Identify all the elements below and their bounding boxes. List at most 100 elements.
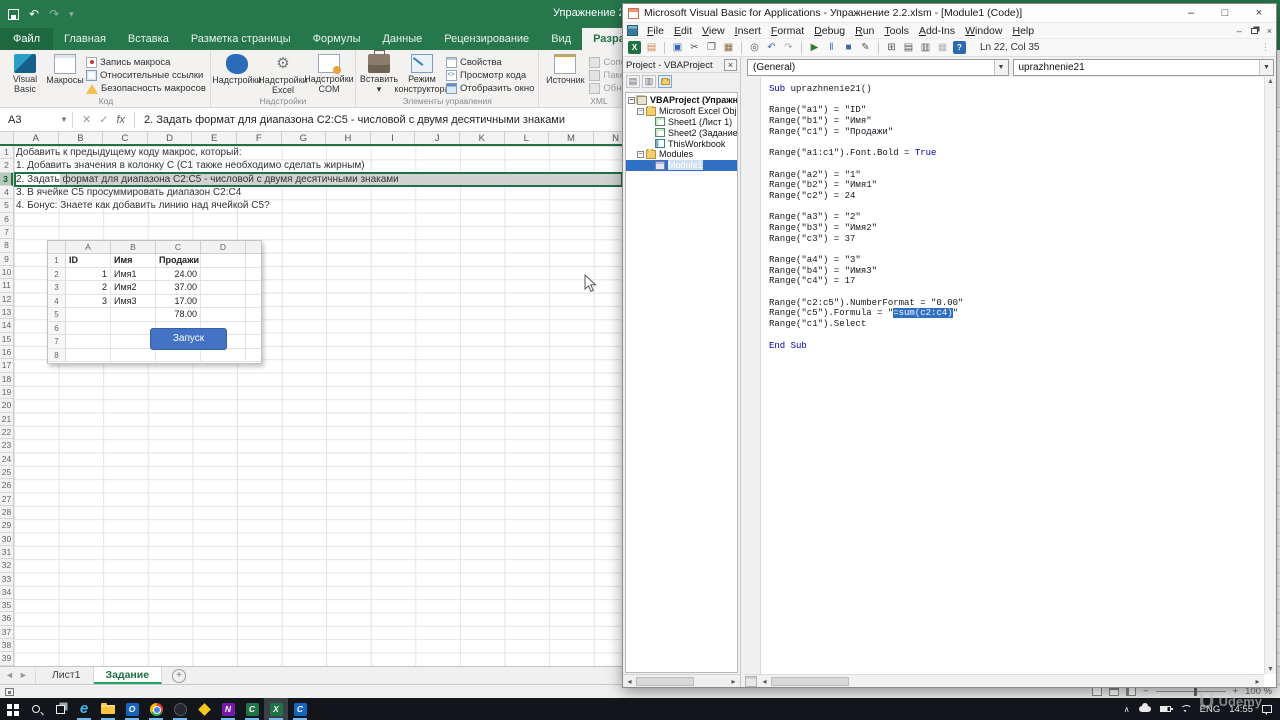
row-header-28[interactable]: 28 [0, 506, 13, 519]
page-layout-view-icon[interactable] [1109, 687, 1119, 696]
addins-button[interactable]: Надстройки [215, 52, 259, 95]
row-header-15[interactable]: 15 [0, 333, 13, 346]
code-text[interactable]: Sub uprazhnenie21() Range("a1") = "ID"Ra… [761, 77, 1264, 674]
app-c-blue-icon[interactable]: C [288, 698, 312, 720]
scroll-left-icon[interactable]: ◂ [623, 677, 636, 686]
relative-references-button[interactable]: Относительные ссылки [86, 69, 206, 81]
scroll-thumb[interactable] [636, 677, 694, 686]
properties-button[interactable]: Свойства [446, 56, 534, 68]
row-header-31[interactable]: 31 [0, 546, 13, 559]
properties-window-icon[interactable]: ▤ [902, 41, 915, 54]
row-header-8[interactable]: 8 [0, 239, 13, 252]
object-dropdown[interactable]: (General) ▼ [747, 59, 1009, 76]
code-line[interactable]: Range("b2") = "Имя1" [769, 180, 1264, 191]
row-header-37[interactable]: 37 [0, 626, 13, 639]
row-header-23[interactable]: 23 [0, 439, 13, 452]
row-header-25[interactable]: 25 [0, 466, 13, 479]
customize-qat-icon[interactable]: ▾ [69, 5, 74, 23]
tree-item-microsoft-excel-objects[interactable]: −Microsoft Excel Objects [626, 106, 737, 117]
row-header-14[interactable]: 14 [0, 319, 13, 332]
close-icon[interactable]: × [1242, 4, 1276, 23]
sheet-tab-задание[interactable]: Задание [94, 667, 163, 684]
search-button[interactable] [24, 698, 48, 720]
row-header-2[interactable]: 2 [0, 159, 13, 172]
sheet-tab-лист1[interactable]: Лист1 [40, 667, 94, 684]
column-header-J[interactable]: J [415, 132, 460, 144]
menu-window[interactable]: Window [960, 25, 1007, 37]
child-close-icon[interactable]: × [1267, 26, 1272, 36]
collapse-icon[interactable]: − [637, 151, 644, 158]
menu-format[interactable]: Format [766, 25, 809, 37]
row-header-34[interactable]: 34 [0, 586, 13, 599]
scroll-down-icon[interactable]: ▼ [1265, 666, 1276, 673]
object-browser-icon[interactable]: ▥ [919, 41, 932, 54]
cell-text-row-1[interactable]: Добавить к предыдущему коду макрос, кото… [16, 146, 616, 159]
code-line[interactable]: Range("c2") = 24 [769, 191, 1264, 202]
normal-view-icon[interactable] [1092, 687, 1102, 696]
column-header-G[interactable]: G [282, 132, 327, 144]
sheet-nav-left-icon[interactable]: ◄ [0, 667, 19, 684]
cell-text-row-3[interactable]: 2. Задать формат для диапазона C2:C5 - ч… [16, 173, 616, 186]
copy-icon[interactable]: ❐ [705, 41, 718, 54]
row-header-6[interactable]: 6 [0, 213, 13, 226]
row-header-19[interactable]: 19 [0, 386, 13, 399]
view-object-icon[interactable]: ▥ [642, 75, 656, 88]
column-header-H[interactable]: H [326, 132, 371, 144]
menu-debug[interactable]: Debug [809, 25, 850, 37]
view-code-icon[interactable]: ▤ [626, 75, 640, 88]
chrome-icon[interactable] [144, 698, 168, 720]
row-header-30[interactable]: 30 [0, 533, 13, 546]
row-header-18[interactable]: 18 [0, 373, 13, 386]
collapse-icon[interactable]: − [637, 108, 644, 115]
code-line[interactable]: Range("c5").Formula = "=sum(c2:c4)" [769, 308, 1264, 319]
code-line[interactable] [769, 137, 1264, 148]
view-code-button[interactable]: Просмотр кода [446, 69, 534, 81]
code-line[interactable]: Range("c2:c5").NumberFormat = "0.00" [769, 298, 1264, 309]
zoom-slider[interactable] [1156, 691, 1226, 692]
toggle-folders-icon[interactable] [658, 75, 672, 88]
code-line[interactable]: Range("a1:c1").Font.Bold = True [769, 148, 1264, 159]
menu-tools[interactable]: Tools [879, 25, 914, 37]
menu-file[interactable]: File [642, 25, 669, 37]
column-header-F[interactable]: F [237, 132, 282, 144]
tree-item-modules[interactable]: −Modules [626, 149, 737, 160]
code-editor[interactable]: Sub uprazhnenie21() Range("a1") = "ID"Ra… [745, 77, 1264, 674]
column-header-K[interactable]: K [460, 132, 505, 144]
code-line[interactable]: Range("a4") = "3" [769, 255, 1264, 266]
save-icon[interactable]: ▣ [671, 41, 684, 54]
embedded-table-picture[interactable]: ABCD1IDИмяПродажи21Имя124.0032Имя237.004… [47, 240, 262, 364]
tree-item-sheet2-задание-[interactable]: Sheet2 (Задание) [626, 127, 737, 138]
maximize-icon[interactable]: □ [1208, 4, 1242, 23]
column-header-I[interactable]: I [371, 132, 416, 144]
tab-файл[interactable]: Файл [0, 28, 53, 50]
code-line[interactable]: Range("c1") = "Продажи" [769, 127, 1264, 138]
column-header-M[interactable]: M [549, 132, 594, 144]
macro-record-status-icon[interactable] [5, 688, 14, 696]
redo-icon[interactable]: ↷ [782, 41, 795, 54]
visual-basic-button[interactable]: Visual Basic [6, 52, 44, 95]
task-view-button[interactable] [48, 698, 72, 720]
menu-help[interactable]: Help [1007, 25, 1039, 37]
tab-формулы[interactable]: Формулы [302, 28, 372, 50]
row-header-7[interactable]: 7 [0, 226, 13, 239]
tab-рецензирование[interactable]: Рецензирование [433, 28, 540, 50]
tree-item-sheet1-лист-1-[interactable]: Sheet1 (Лист 1) [626, 117, 737, 128]
media-app-icon[interactable] [168, 698, 192, 720]
code-line[interactable] [769, 95, 1264, 106]
row-header-39[interactable]: 39 [0, 652, 13, 665]
tree-item-thisworkbook[interactable]: ThisWorkbook [626, 138, 737, 149]
tab-данные[interactable]: Данные [371, 28, 433, 50]
macros-button[interactable]: Макросы [46, 52, 84, 95]
minimize-icon[interactable]: – [1174, 4, 1208, 23]
row-header-9[interactable]: 9 [0, 253, 13, 266]
scroll-right-icon[interactable]: ▸ [1251, 677, 1264, 686]
tab-разметка-страницы[interactable]: Разметка страницы [180, 28, 302, 50]
formula-bar-content[interactable]: 2. Задать формат для диапазона C2:C5 - ч… [135, 114, 565, 126]
insert-userform-icon[interactable]: ▤ [645, 41, 658, 54]
reset-icon[interactable]: ■ [842, 41, 855, 54]
break-icon[interactable]: ‖ [825, 41, 838, 54]
menu-view[interactable]: View [697, 25, 730, 37]
tree-item-module1[interactable]: Module1 [626, 160, 737, 171]
menu-run[interactable]: Run [850, 25, 879, 37]
chevron-down-icon[interactable]: ▼ [1259, 60, 1273, 75]
